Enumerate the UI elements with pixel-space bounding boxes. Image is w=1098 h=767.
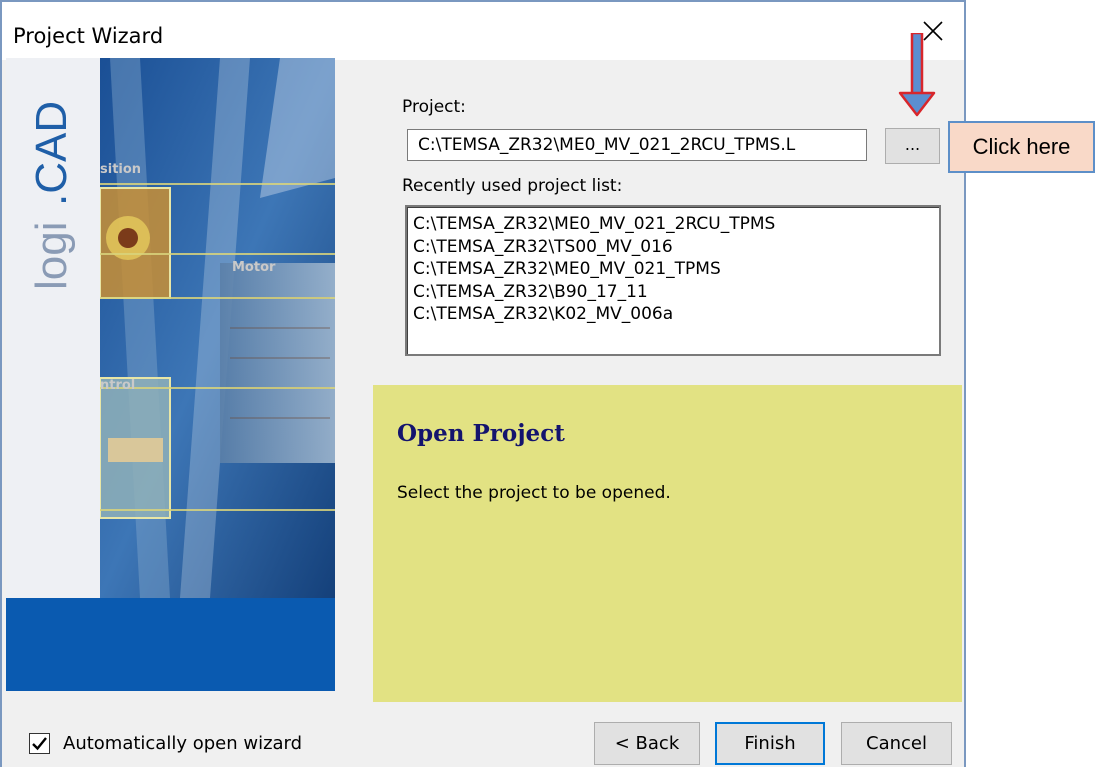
info-title: Open Project	[397, 420, 565, 447]
logicad-logo: logi .CAD	[27, 101, 76, 291]
recent-projects-list[interactable]: C:\TEMSA_ZR32\ME0_MV_021_2RCU_TPMS C:\TE…	[405, 205, 941, 356]
red-arrow-icon	[898, 33, 936, 117]
svg-text:logi: logi	[27, 222, 76, 291]
banner-tag-motor: Motor	[232, 260, 276, 275]
window-title: Project Wizard	[13, 24, 164, 48]
cancel-button-label: Cancel	[866, 733, 927, 754]
title-bar: Project Wizard	[2, 2, 964, 60]
checkmark-icon	[32, 737, 47, 751]
wizard-banner-image: logi .CAD sition Motor ntrol	[6, 58, 335, 691]
recent-projects-label: Recently used project list:	[402, 176, 623, 196]
finish-button[interactable]: Finish	[715, 722, 825, 765]
banner-tag-position: sition	[100, 162, 142, 177]
click-here-callout: Click here	[948, 121, 1095, 173]
list-item[interactable]: C:\TEMSA_ZR32\K02_MV_006a	[413, 303, 933, 326]
svg-text:.CAD: .CAD	[27, 101, 76, 206]
project-path-input[interactable]: C:\TEMSA_ZR32\ME0_MV_021_2RCU_TPMS.L	[407, 129, 867, 161]
project-label: Project:	[402, 97, 466, 117]
auto-open-label[interactable]: Automatically open wizard	[63, 733, 302, 754]
banner-blue-footer	[6, 598, 335, 691]
collage-photo: sition Motor ntrol	[99, 58, 335, 598]
logo-strip: logi .CAD	[6, 58, 100, 598]
list-item[interactable]: C:\TEMSA_ZR32\ME0_MV_021_TPMS	[413, 258, 933, 281]
browse-button[interactable]: ...	[885, 128, 940, 164]
finish-button-label: Finish	[744, 733, 796, 754]
back-button[interactable]: < Back	[594, 722, 700, 765]
list-item[interactable]: C:\TEMSA_ZR32\ME0_MV_021_2RCU_TPMS	[413, 213, 933, 236]
auto-open-checkbox[interactable]	[29, 733, 50, 754]
banner-tag-control: ntrol	[100, 378, 136, 393]
info-description: Select the project to be opened.	[397, 483, 671, 503]
back-button-label: < Back	[614, 733, 680, 754]
list-item[interactable]: C:\TEMSA_ZR32\B90_17_11	[413, 281, 933, 304]
list-item[interactable]: C:\TEMSA_ZR32\TS00_MV_016	[413, 236, 933, 259]
cancel-button[interactable]: Cancel	[841, 722, 952, 765]
